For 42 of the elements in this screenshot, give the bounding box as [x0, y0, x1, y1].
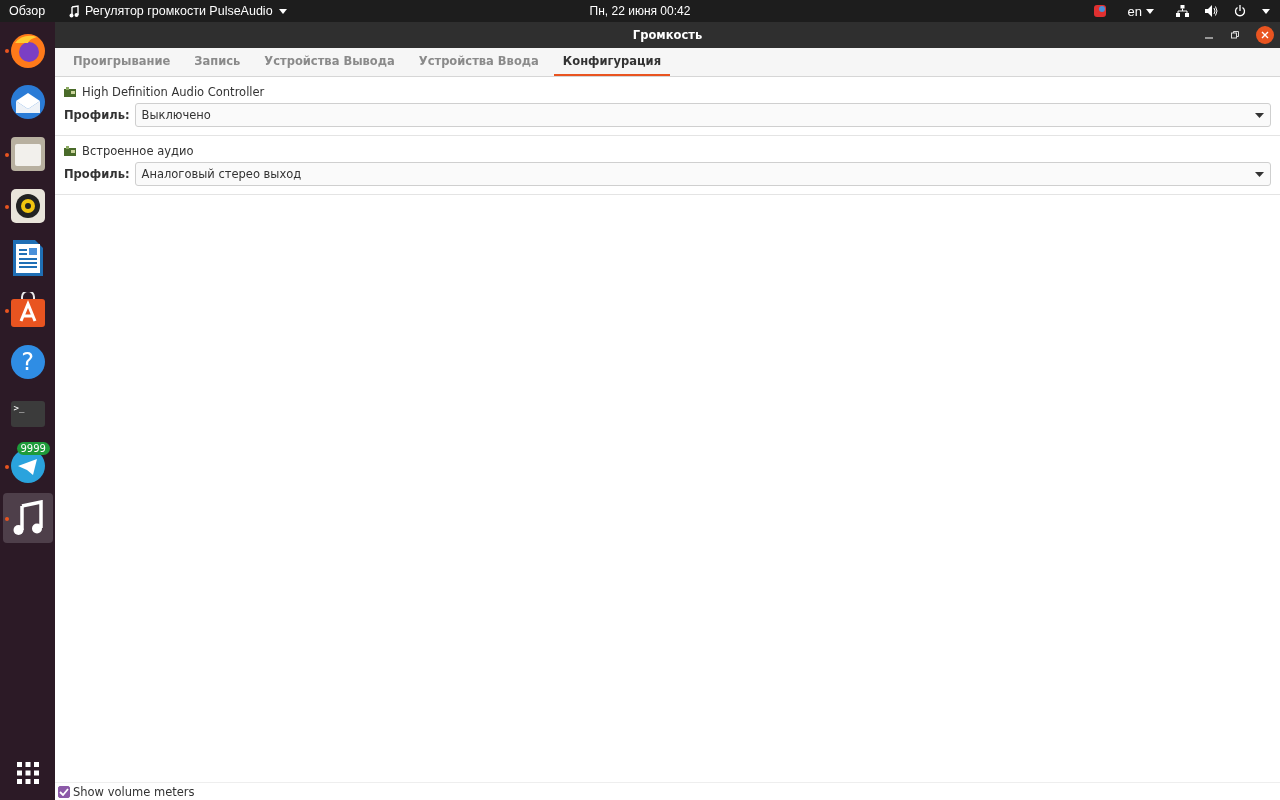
profile-dropdown[interactable]: Выключено [134, 103, 1271, 127]
notification-badge: 9999 [16, 442, 50, 455]
clock[interactable]: Пн, 22 июня 00:42 [589, 4, 691, 18]
sound-card-icon [64, 145, 76, 157]
show-volume-meters-checkbox[interactable]: Show volume meters [58, 784, 195, 799]
language-menu[interactable]: en [1127, 3, 1154, 19]
music-note-icon [69, 4, 79, 18]
profile-dropdown[interactable]: Аналоговый стерео выход [134, 162, 1271, 186]
terminal-icon: >_ [10, 401, 45, 427]
music-note-icon [12, 500, 43, 536]
volume-icon[interactable] [1205, 5, 1218, 17]
power-icon[interactable] [1234, 5, 1246, 17]
dock-item[interactable] [2, 493, 53, 543]
document-icon [12, 240, 43, 276]
window-title: Громкость [632, 28, 703, 42]
record-indicator-icon[interactable] [1093, 5, 1106, 17]
network-icon[interactable] [1176, 5, 1189, 17]
mail-icon [8, 83, 47, 121]
caret-icon[interactable] [1262, 8, 1270, 14]
tab[interactable]: Конфигурация [553, 48, 671, 76]
caret-icon [1146, 8, 1154, 14]
dock-item[interactable]: >_ [2, 389, 53, 439]
folder-icon [10, 137, 45, 171]
shopping-bag-icon [9, 292, 46, 328]
sound-card-icon [64, 86, 76, 98]
device-name: Встроенное аудио [82, 144, 194, 158]
close-button[interactable] [1256, 26, 1274, 44]
speaker-icon [10, 189, 45, 223]
restore-button[interactable] [1230, 30, 1240, 40]
app-menu[interactable]: Регулятор громкости PulseAudio [69, 4, 287, 18]
caret-icon [1255, 171, 1264, 177]
dock-item[interactable]: 9999 [2, 441, 53, 491]
app-grid-icon[interactable] [16, 762, 39, 784]
browser-icon [8, 31, 47, 69]
activities-button[interactable]: Обзор [9, 4, 69, 18]
caret-icon [278, 8, 287, 14]
help-icon: ? [10, 345, 45, 379]
profile-label: Профиль: [64, 167, 130, 181]
caret-icon [1255, 112, 1264, 118]
profile-label: Профиль: [64, 108, 130, 122]
checkbox[interactable] [58, 785, 70, 798]
device-name: High Definition Audio Controller [82, 85, 265, 99]
